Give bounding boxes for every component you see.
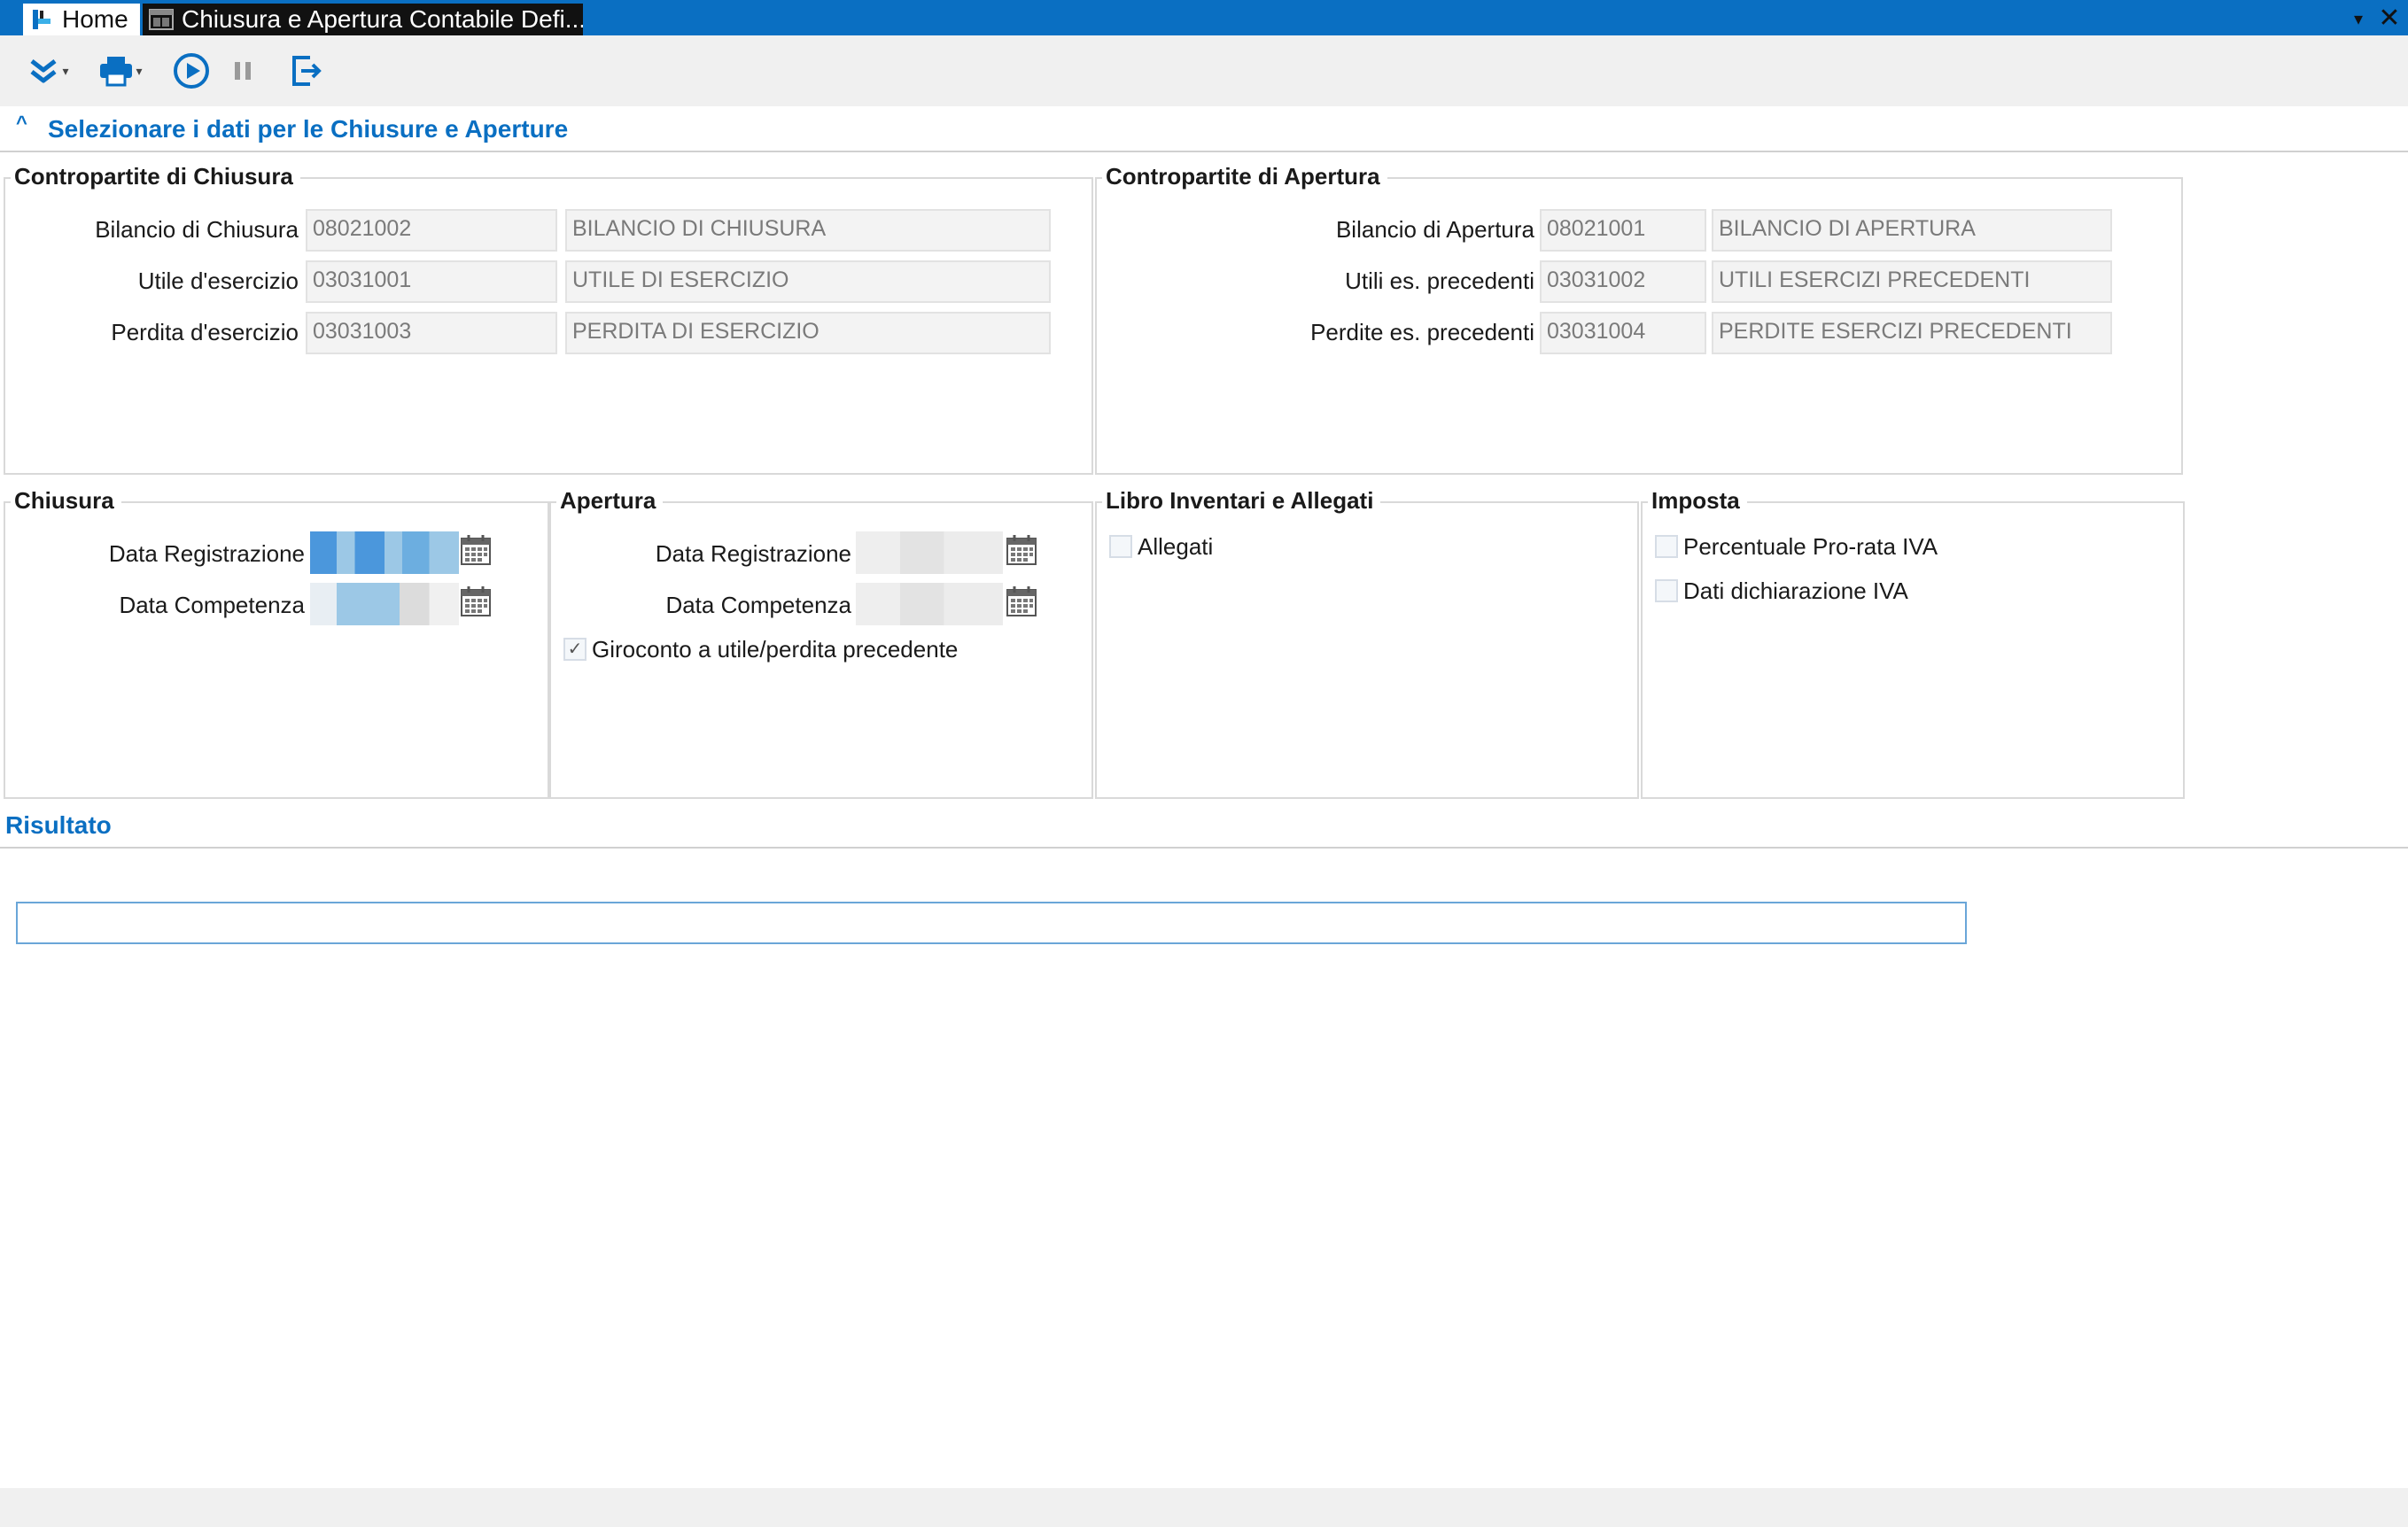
double-chevron-down-icon [30, 59, 58, 83]
exit-button[interactable] [285, 50, 328, 92]
tab-active-label: Chiusura e Apertura Contabile Defi... [182, 5, 583, 33]
allegati-label: Allegati [1138, 533, 1214, 560]
perdite-precedenti-label: Perdite es. precedenti [1310, 319, 1534, 345]
tab-home[interactable]: Home [23, 4, 140, 35]
run-button[interactable] [170, 50, 213, 92]
tab-home-label: Home [62, 5, 128, 33]
chiusura-data-competenza-input[interactable] [310, 583, 459, 625]
chiusura-data-competenza-label: Data Competenza [119, 592, 305, 618]
apertura-legend: Apertura [556, 487, 664, 515]
expand-button[interactable]: ▾ [16, 50, 80, 92]
caret-down-icon: ▾ [62, 63, 69, 78]
contropartite-apertura-legend: Contropartite di Apertura [1102, 163, 1387, 190]
risultato-title: Risultato [5, 811, 112, 839]
calendar-icon[interactable] [459, 585, 493, 618]
bilancio-chiusura-code[interactable]: 08021002 [306, 209, 557, 252]
libro-inventari-legend: Libro Inventari e Allegati [1102, 487, 1381, 515]
imposta-legend: Imposta [1648, 487, 1747, 515]
pause-button[interactable] [221, 50, 264, 92]
perdita-esercizio-label: Perdita d'esercizio [111, 319, 299, 345]
exit-icon [292, 56, 322, 86]
collapse-chevron-icon[interactable]: ^ [16, 112, 27, 135]
chiusura-legend: Chiusura [11, 487, 121, 515]
toolbar: ▾ ▾ [0, 35, 2408, 106]
utili-precedenti-label: Utili es. precedenti [1345, 267, 1534, 294]
apertura-data-competenza-label: Data Competenza [665, 592, 851, 618]
selection-section-title: Selezionare i dati per le Chiusure e Ape… [48, 115, 569, 143]
print-icon [100, 57, 133, 87]
perdita-esercizio-description[interactable]: PERDITA DI ESERCIZIO [565, 312, 1051, 354]
dichiarazione-iva-checkbox[interactable] [1655, 579, 1678, 602]
utile-esercizio-label: Utile d'esercizio [137, 267, 299, 294]
calendar-icon[interactable] [1005, 585, 1038, 618]
bilancio-chiusura-description[interactable]: BILANCIO DI CHIUSURA [565, 209, 1051, 252]
bilancio-apertura-description[interactable]: BILANCIO DI APERTURA [1712, 209, 2112, 252]
bilancio-apertura-label: Bilancio di Apertura [1335, 216, 1534, 243]
perdite-precedenti-description[interactable]: PERDITE ESERCIZI PRECEDENTI [1712, 312, 2112, 354]
section-divider [0, 151, 2408, 152]
apertura-data-registrazione-label: Data Registrazione [655, 540, 851, 567]
giroconto-checkbox[interactable]: ✓ [563, 638, 586, 661]
status-bar [0, 1488, 2408, 1527]
contropartite-chiusura-legend: Contropartite di Chiusura [11, 163, 300, 190]
title-bar: Home Chiusura e Apertura Contabile Defi.… [0, 0, 2408, 35]
utile-esercizio-code[interactable]: 03031001 [306, 260, 557, 303]
caret-down-icon: ▾ [136, 63, 143, 78]
bilancio-apertura-code[interactable]: 08021001 [1540, 209, 1706, 252]
risultato-progress-field [16, 902, 1967, 944]
print-button[interactable]: ▾ [89, 50, 152, 92]
apertura-data-registrazione-input[interactable] [856, 531, 1003, 574]
tab-chiusura-apertura[interactable]: Chiusura e Apertura Contabile Defi... [143, 4, 583, 35]
pause-icon [235, 62, 251, 80]
tabs-dropdown-icon[interactable]: ▾ [2346, 7, 2371, 32]
close-icon[interactable]: ✕ [2376, 5, 2403, 32]
calendar-icon[interactable] [1005, 533, 1038, 567]
prorata-checkbox[interactable] [1655, 535, 1678, 558]
allegati-checkbox[interactable] [1109, 535, 1132, 558]
bilancio-chiusura-label: Bilancio di Chiusura [95, 216, 299, 243]
chiusura-data-registrazione-label: Data Registrazione [108, 540, 305, 567]
apertura-data-competenza-input[interactable] [856, 583, 1003, 625]
utili-precedenti-code[interactable]: 03031002 [1540, 260, 1706, 303]
perdita-esercizio-code[interactable]: 03031003 [306, 312, 557, 354]
utile-esercizio-description[interactable]: UTILE DI ESERCIZIO [565, 260, 1051, 303]
chiusura-data-registrazione-input[interactable] [310, 531, 459, 574]
prorata-label: Percentuale Pro-rata IVA [1683, 533, 1938, 560]
giroconto-label: Giroconto a utile/perdita precedente [592, 636, 959, 663]
risultato-divider [0, 847, 2408, 849]
home-app-icon [30, 8, 53, 31]
utili-precedenti-description[interactable]: UTILI ESERCIZI PRECEDENTI [1712, 260, 2112, 303]
window-form-icon [149, 9, 174, 30]
dichiarazione-iva-label: Dati dichiarazione IVA [1683, 577, 1908, 604]
calendar-icon[interactable] [459, 533, 493, 567]
play-icon [174, 53, 209, 89]
perdite-precedenti-code[interactable]: 03031004 [1540, 312, 1706, 354]
